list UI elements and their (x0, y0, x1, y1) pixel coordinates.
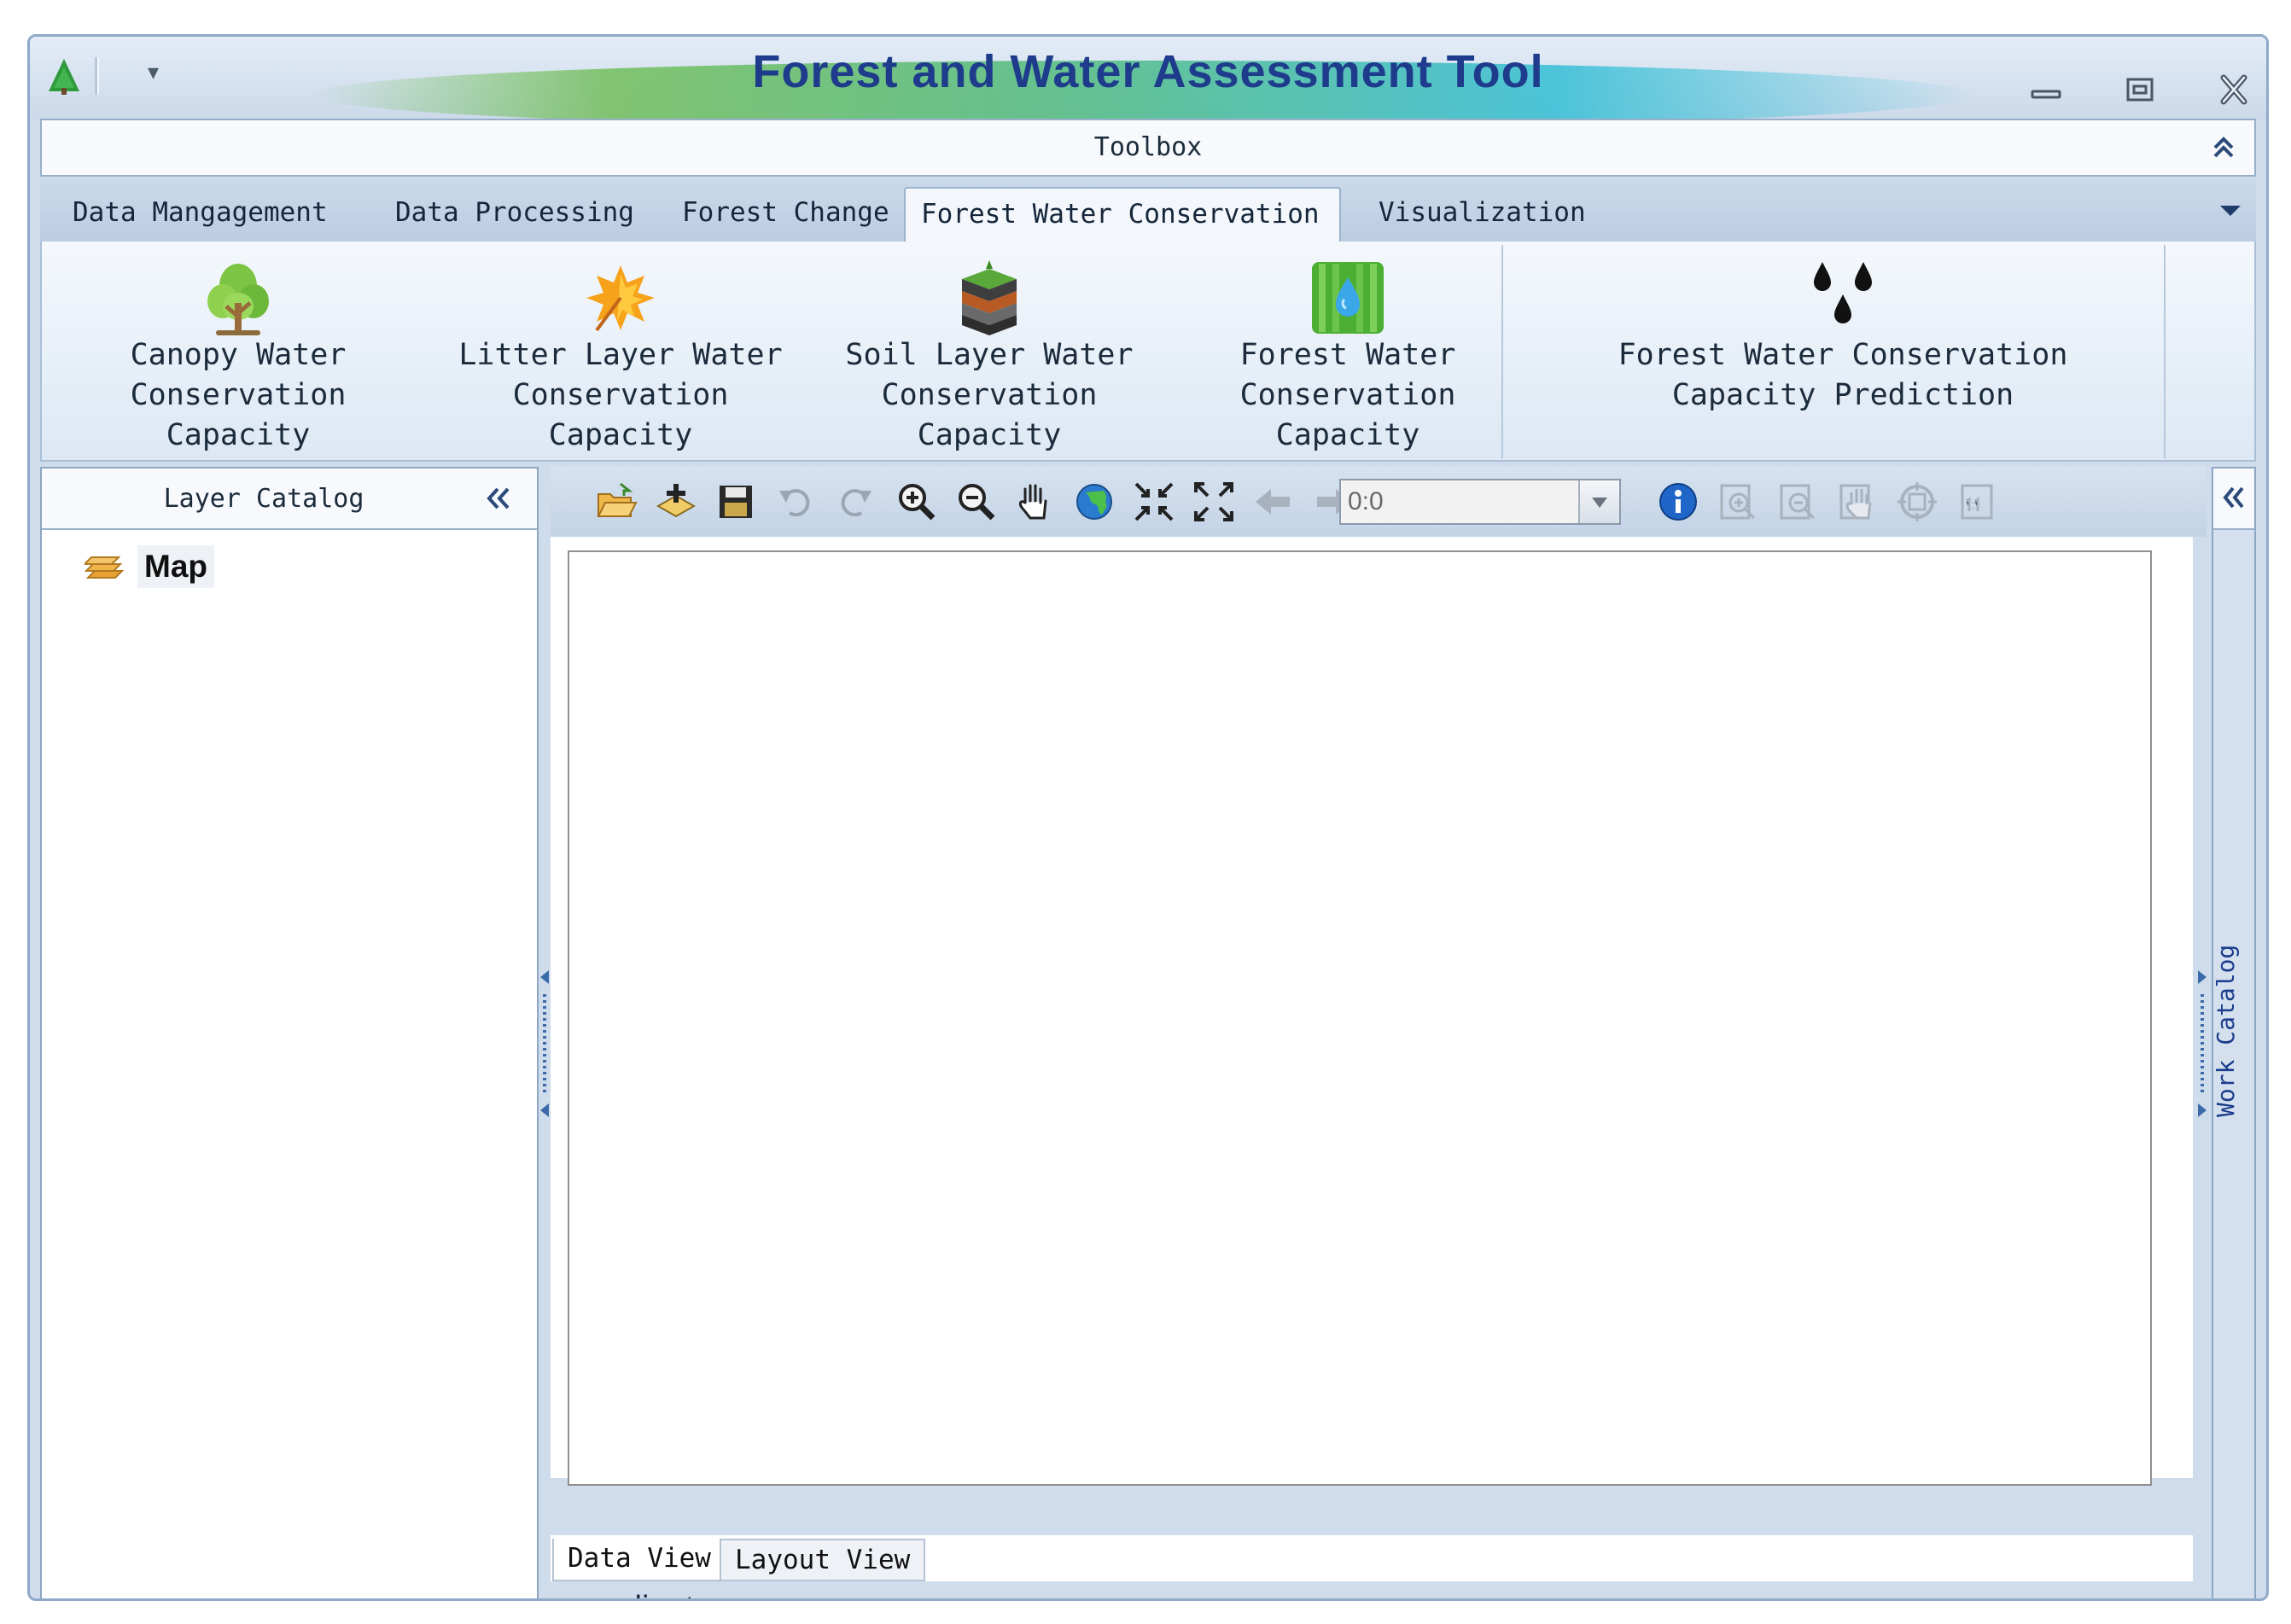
layout-zoom-out-button[interactable] (1776, 480, 1819, 523)
layout-whole-page-icon (1898, 482, 1937, 521)
forest-water-drop-icon (1312, 262, 1384, 334)
layer-catalog-title: Layer Catalog (163, 484, 364, 514)
map-scale-dropdown-button[interactable] (1578, 480, 1619, 523)
status-bar: coordinate (551, 1581, 2193, 1598)
map-panel: 0:0 Data View Layout View (551, 467, 2206, 1598)
map-canvas-frame (551, 537, 2193, 1486)
add-data-button[interactable] (655, 480, 697, 523)
status-coordinate-text: coordinate (561, 1590, 712, 1598)
litter-layer-water-conservation-button[interactable]: Litter Layer Water Conservation Capacity (450, 242, 791, 458)
soil-layers-icon (962, 260, 1017, 335)
soil-layer-water-conservation-button[interactable]: Soil Layer Water Conservation Capacity (836, 242, 1143, 458)
layout-zoom-in-button[interactable] (1717, 480, 1759, 523)
fixed-zoom-out-button[interactable] (1192, 480, 1235, 523)
zoom-in-button[interactable] (894, 480, 936, 523)
layers-icon (85, 556, 125, 579)
ribbon-group-separator (1501, 245, 1503, 458)
layout-whole-page-button[interactable] (1896, 480, 1938, 523)
right-splitter-handle[interactable] (2196, 967, 2208, 1121)
soil-layer-water-conservation-label: Soil Layer Water Conservation Capacity (845, 338, 1134, 452)
minimize-button[interactable] (2024, 73, 2068, 107)
toolbox-title: Toolbox (1093, 132, 1203, 162)
save-icon (720, 486, 752, 518)
canopy-water-conservation-button[interactable]: Canopy Water Conservation Capacity (110, 242, 366, 458)
add-data-icon (656, 484, 697, 518)
full-extent-button[interactable] (1073, 480, 1116, 523)
layer-catalog-header: Layer Catalog (42, 469, 537, 530)
work-catalog-panel[interactable]: Work Catalog (2212, 467, 2256, 1598)
open-button[interactable] (595, 480, 638, 523)
forest-water-conservation-label: Forest Water Conservation Capacity (1239, 338, 1456, 452)
tab-visualization[interactable]: Visualization (1363, 187, 1601, 242)
map-scale-combobox[interactable]: 0:0 (1339, 479, 1621, 525)
tab-layout-view[interactable]: Layout View (720, 1539, 926, 1581)
layout-actual-size-icon (1961, 484, 1993, 520)
identify-icon (1659, 483, 1697, 521)
zoom-out-icon (959, 484, 995, 521)
tab-data-management[interactable]: Data Mangagement (57, 187, 343, 242)
identify-button[interactable] (1657, 480, 1699, 523)
water-drops-icon (1814, 262, 1872, 323)
title-bar: ▾ Forest and Water Assessment Tool (30, 37, 2266, 129)
fixed-zoom-out-icon (1194, 482, 1233, 521)
left-splitter-handle[interactable] (539, 967, 551, 1121)
layout-actual-size-button[interactable] (1956, 480, 1998, 523)
view-tab-bar: Data View Layout View (551, 1535, 2193, 1581)
ribbon-menu-dropdown-icon[interactable] (2213, 197, 2247, 223)
app-window: ▾ Forest and Water Assessment Tool Toolb… (27, 34, 2269, 1601)
maximize-button[interactable] (2118, 73, 2162, 107)
layer-tree-label: Map (137, 545, 214, 588)
layer-catalog-panel: Layer Catalog Map (40, 467, 539, 1598)
maximize-icon (2126, 78, 2154, 102)
layout-zoom-out-icon (1780, 484, 1816, 520)
full-extent-globe-icon (1076, 484, 1112, 520)
forest-water-conservation-prediction-button[interactable]: Forest Water Conservation Capacity Predi… (1604, 242, 2082, 458)
previous-extent-button[interactable] (1252, 480, 1295, 523)
tab-data-processing[interactable]: Data Processing (380, 187, 650, 242)
chevron-down-icon (1592, 498, 1607, 508)
ribbon-group-separator (2164, 245, 2166, 458)
minimize-icon (2031, 90, 2061, 99)
pan-hand-icon (1018, 484, 1047, 520)
previous-extent-icon (1256, 489, 1290, 515)
leaf-icon (586, 265, 655, 332)
tree-icon (207, 264, 269, 335)
window-title: Forest and Water Assessment Tool (752, 46, 1544, 97)
canopy-water-conservation-label: Canopy Water Conservation Capacity (130, 338, 347, 452)
undo-button[interactable] (774, 480, 817, 523)
map-scale-value: 0:0 (1348, 487, 1384, 515)
close-button[interactable] (2212, 73, 2256, 107)
expand-left-icon[interactable] (2222, 484, 2246, 511)
ribbon-tab-bar: Data Mangagement Data Processing Forest … (40, 178, 2256, 242)
tab-data-view[interactable]: Data View (552, 1539, 726, 1581)
map-canvas[interactable] (568, 550, 2152, 1486)
ribbon-panel: Canopy Water Conservation Capacity Litte… (40, 242, 2256, 462)
zoom-in-icon (899, 484, 936, 521)
redo-button[interactable] (834, 480, 877, 523)
undo-icon (779, 489, 810, 517)
close-icon (2220, 74, 2247, 105)
layout-zoom-in-icon (1720, 484, 1756, 520)
layout-pan-button[interactable] (1836, 480, 1879, 523)
tab-forest-change[interactable]: Forest Change (667, 187, 905, 242)
work-catalog-title: Work Catalog (2212, 944, 2240, 1117)
toolbox-header[interactable]: Toolbox (40, 119, 2256, 177)
fixed-zoom-in-button[interactable] (1133, 480, 1175, 523)
open-folder-icon (597, 482, 638, 517)
work-catalog-header (2213, 469, 2254, 530)
fixed-zoom-in-icon (1134, 482, 1174, 521)
redo-icon (841, 489, 872, 517)
pan-button[interactable] (1013, 480, 1056, 523)
collapse-left-icon[interactable] (486, 484, 511, 513)
save-button[interactable] (714, 480, 757, 523)
map-toolbar: 0:0 (551, 467, 2206, 537)
collapse-up-icon[interactable] (2210, 132, 2237, 163)
tab-forest-water-conservation[interactable]: Forest Water Conservation (904, 187, 1341, 242)
forest-water-conservation-button[interactable]: Forest Water Conservation Capacity (1211, 242, 1484, 458)
forest-water-conservation-prediction-label: Forest Water Conservation Capacity Predi… (1618, 338, 2068, 412)
layout-pan-icon (1839, 484, 1872, 520)
zoom-out-button[interactable] (953, 480, 996, 523)
litter-layer-water-conservation-label: Litter Layer Water Conservation Capacity (458, 338, 783, 452)
